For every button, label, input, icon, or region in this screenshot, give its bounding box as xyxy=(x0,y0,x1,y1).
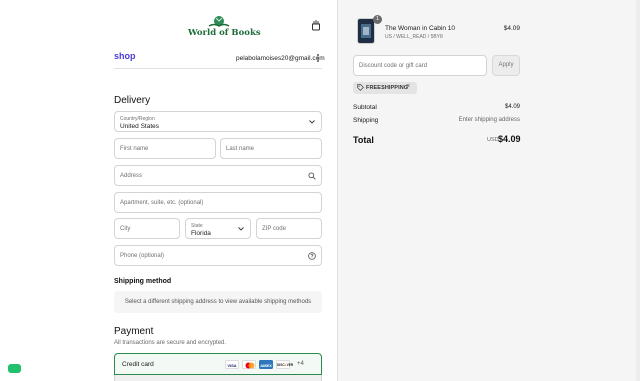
tag-icon xyxy=(357,84,364,91)
visa-icon: VISA xyxy=(225,360,239,369)
shipping-method-notice: Select a different shipping address to v… xyxy=(114,291,322,313)
zip-placeholder: ZIP code xyxy=(262,225,286,232)
total-value: $4.09 xyxy=(498,134,521,144)
header-divider xyxy=(114,68,322,69)
phone-input[interactable]: Phone (optional) xyxy=(114,245,322,266)
apartment-input[interactable]: Apartment, suite, etc. (optional) xyxy=(114,192,322,213)
help-circle-icon[interactable] xyxy=(308,251,316,260)
globe-book-icon xyxy=(208,16,230,27)
amex-icon: AMEX xyxy=(259,360,273,369)
product-price: $4.09 xyxy=(503,25,520,32)
shop-link[interactable]: shop xyxy=(114,51,136,61)
credit-card-label: Credit card xyxy=(122,361,154,368)
product-thumbnail xyxy=(357,18,375,44)
last-name-input[interactable]: Last name xyxy=(220,138,322,159)
quantity-badge: 1 xyxy=(373,15,382,24)
page-scrollbar[interactable] xyxy=(636,0,640,381)
discount-placeholder: Discount code or gift card xyxy=(359,62,428,69)
shipping-label: Shipping xyxy=(353,117,379,124)
world-of-books-logo[interactable]: World of Books xyxy=(188,15,261,39)
state-label: State xyxy=(191,223,203,229)
discount-code-text: FREESHIPPING xyxy=(366,85,409,91)
city-placeholder: City xyxy=(120,225,131,232)
last-name-placeholder: Last name xyxy=(226,145,255,152)
account-email: pelabolamoises20@gmail.com xyxy=(236,55,325,62)
product-variant: US / WELL_READ / 5BY8 xyxy=(385,34,443,40)
remove-discount-icon[interactable]: × xyxy=(406,83,410,90)
first-name-placeholder: First name xyxy=(120,145,149,152)
applied-discount-tag: FREESHIPPING × xyxy=(353,82,417,94)
credit-card-option[interactable]: Credit card VISA AMEX DISC●VER +4 xyxy=(114,353,322,375)
apartment-placeholder: Apartment, suite, etc. (optional) xyxy=(120,199,204,206)
total-label: Total xyxy=(353,135,374,145)
chat-widget-button[interactable] xyxy=(8,364,21,373)
total-currency: USD xyxy=(487,137,499,143)
shipping-method-heading: Shipping method xyxy=(114,278,172,285)
mastercard-icon xyxy=(242,360,256,369)
country-label: Country/Region xyxy=(120,116,155,122)
apply-discount-button[interactable]: Apply xyxy=(492,55,520,76)
payment-subtitle: All transactions are secure and encrypte… xyxy=(114,340,227,346)
zip-input[interactable]: ZIP code xyxy=(256,218,322,239)
shipping-value: Enter shipping address xyxy=(458,117,520,123)
checkout-form-column: World of Books shop pelabolamoises20@gma… xyxy=(0,0,337,381)
chevron-down-icon xyxy=(309,119,315,124)
credit-card-fields xyxy=(114,375,322,381)
card-brand-icons: VISA AMEX DISC●VER +4 xyxy=(225,360,311,369)
more-cards-count: +4 xyxy=(297,361,304,367)
city-input[interactable]: City xyxy=(114,218,180,239)
payment-heading: Payment xyxy=(114,326,154,337)
logo-text: World of Books xyxy=(188,28,261,38)
address-input[interactable]: Address xyxy=(114,165,322,186)
country-select[interactable]: Country/Region United States xyxy=(114,111,322,132)
state-value: Florida xyxy=(191,230,211,237)
phone-placeholder: Phone (optional) xyxy=(120,252,165,259)
discover-icon: DISC●VER xyxy=(276,360,293,369)
address-placeholder: Address xyxy=(120,172,143,179)
subtotal-value: $4.09 xyxy=(504,104,520,110)
country-value: United States xyxy=(120,123,160,130)
delivery-heading: Delivery xyxy=(114,95,151,106)
product-title: The Woman in Cabin 10 xyxy=(385,25,455,32)
subtotal-label: Subtotal xyxy=(353,104,377,111)
search-icon xyxy=(308,171,316,180)
chevron-down-icon xyxy=(238,226,244,231)
state-select[interactable]: State Florida xyxy=(185,218,251,239)
first-name-input[interactable]: First name xyxy=(114,138,216,159)
shopping-bag-icon[interactable] xyxy=(310,19,322,31)
account-menu-button[interactable] xyxy=(314,53,322,63)
discount-code-input[interactable]: Discount code or gift card xyxy=(353,55,487,76)
